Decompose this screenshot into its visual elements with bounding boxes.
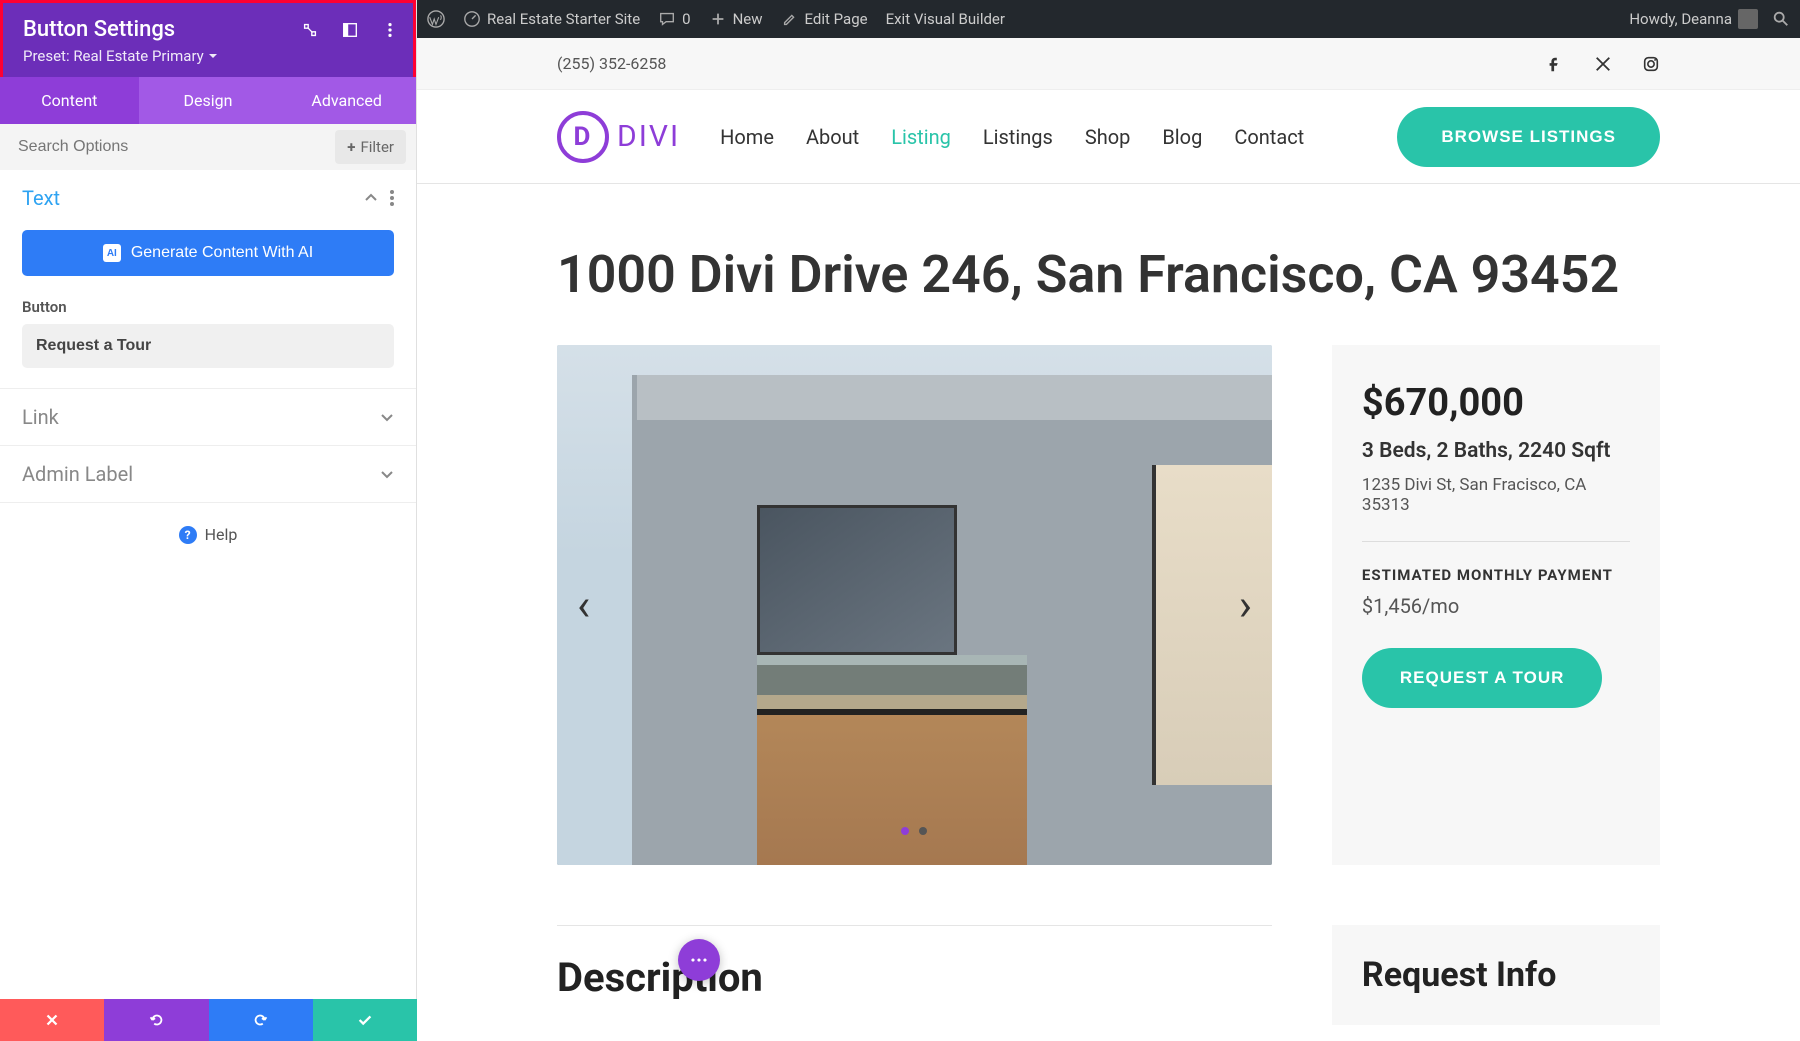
nav-listing[interactable]: Listing bbox=[891, 125, 951, 149]
logo-mark: D bbox=[557, 111, 609, 163]
chevron-down-icon bbox=[380, 410, 394, 424]
button-text-input[interactable] bbox=[22, 324, 394, 368]
panel-tabs: Content Design Advanced bbox=[0, 77, 416, 124]
request-tour-button[interactable]: REQUEST A TOUR bbox=[1362, 648, 1603, 708]
plus-icon bbox=[709, 10, 727, 28]
gallery-prev[interactable]: ‹ bbox=[557, 579, 610, 631]
est-payment-label: ESTIMATED MONTHLY PAYMENT bbox=[1362, 566, 1630, 584]
user-avatar bbox=[1738, 9, 1758, 29]
tab-design[interactable]: Design bbox=[139, 77, 278, 124]
redo-button[interactable] bbox=[209, 999, 313, 1041]
section-options-icon[interactable] bbox=[390, 190, 394, 206]
redo-icon bbox=[252, 1011, 270, 1029]
undo-button[interactable] bbox=[104, 999, 208, 1041]
site-name-item[interactable]: Real Estate Starter Site bbox=[463, 10, 640, 28]
search-options-input[interactable] bbox=[0, 124, 335, 170]
cancel-button[interactable] bbox=[0, 999, 104, 1041]
nav-shop[interactable]: Shop bbox=[1085, 125, 1131, 149]
description-title: Description bbox=[557, 954, 1272, 1001]
generate-ai-button[interactable]: AIGenerate Content With AI bbox=[22, 230, 394, 276]
listing-info-card: $670,000 3 Beds, 2 Baths, 2240 Sqft 1235… bbox=[1332, 345, 1660, 865]
wordpress-icon bbox=[427, 10, 445, 28]
chevron-down-icon bbox=[380, 467, 394, 481]
page-content: 1000 Divi Drive 246, San Francisco, CA 9… bbox=[417, 184, 1800, 1025]
dock-icon[interactable] bbox=[341, 21, 359, 39]
est-payment-value: $1,456/mo bbox=[1362, 594, 1630, 618]
search-toggle[interactable] bbox=[1772, 10, 1790, 28]
close-icon bbox=[43, 1011, 61, 1029]
save-button[interactable] bbox=[313, 999, 417, 1041]
section-admin-label-header[interactable]: Admin Label bbox=[0, 446, 416, 502]
help-button[interactable]: ? Help bbox=[0, 503, 416, 566]
logo[interactable]: D DIVI bbox=[557, 111, 680, 163]
nav-links: Home About Listing Listings Shop Blog Co… bbox=[720, 125, 1304, 149]
comments-item[interactable]: 0 bbox=[658, 10, 690, 28]
tab-advanced[interactable]: Advanced bbox=[277, 77, 416, 124]
description-section: Description bbox=[557, 925, 1272, 1025]
button-field-label: Button bbox=[22, 298, 394, 316]
panel-header: Button Settings Preset: Real Estate Prim… bbox=[0, 0, 416, 77]
kebab-icon[interactable] bbox=[381, 21, 399, 39]
new-item[interactable]: New bbox=[709, 10, 763, 28]
tab-content[interactable]: Content bbox=[0, 77, 139, 124]
x-icon[interactable] bbox=[1594, 55, 1612, 73]
settings-panel: Button Settings Preset: Real Estate Prim… bbox=[0, 0, 417, 1041]
topbar: (255) 352-6258 bbox=[417, 38, 1800, 90]
gallery-dots bbox=[901, 827, 927, 835]
howdy-item[interactable]: Howdy, Deanna bbox=[1629, 9, 1758, 29]
phone-number: (255) 352-6258 bbox=[557, 54, 666, 73]
nav-home[interactable]: Home bbox=[720, 125, 774, 149]
gallery-dot[interactable] bbox=[901, 827, 909, 835]
section-text-body: AIGenerate Content With AI Button bbox=[0, 226, 416, 389]
social-links bbox=[1546, 55, 1660, 73]
wp-logo-item[interactable] bbox=[427, 10, 445, 28]
listing-specs: 3 Beds, 2 Baths, 2240 Sqft bbox=[1362, 439, 1630, 463]
check-icon bbox=[356, 1011, 374, 1029]
undo-icon bbox=[147, 1011, 165, 1029]
snap-icon[interactable] bbox=[301, 21, 319, 39]
edit-page-item[interactable]: Edit Page bbox=[781, 10, 868, 28]
instagram-icon[interactable] bbox=[1642, 55, 1660, 73]
search-icon bbox=[1772, 10, 1790, 28]
search-row: +Filter bbox=[0, 124, 416, 170]
navbar: D DIVI Home About Listing Listings Shop … bbox=[417, 90, 1800, 184]
nav-listings[interactable]: Listings bbox=[983, 125, 1053, 149]
ai-icon: AI bbox=[103, 244, 121, 262]
module-actions-fab[interactable]: ··· bbox=[678, 939, 720, 981]
listing-title: 1000 Divi Drive 246, San Francisco, CA 9… bbox=[557, 244, 1660, 305]
nav-about[interactable]: About bbox=[806, 125, 859, 149]
facebook-icon[interactable] bbox=[1546, 55, 1564, 73]
request-info-title: Request Info bbox=[1362, 955, 1630, 995]
comment-icon bbox=[658, 10, 676, 28]
dashboard-icon bbox=[463, 10, 481, 28]
caret-down-icon bbox=[208, 51, 218, 61]
request-info-card: Request Info bbox=[1332, 925, 1660, 1025]
nav-contact[interactable]: Contact bbox=[1234, 125, 1304, 149]
preset-dropdown[interactable]: Preset: Real Estate Primary bbox=[23, 47, 218, 65]
nav-blog[interactable]: Blog bbox=[1162, 125, 1202, 149]
filter-button[interactable]: +Filter bbox=[335, 130, 406, 164]
section-link-header[interactable]: Link bbox=[0, 389, 416, 445]
wp-admin-bar: Real Estate Starter Site 0 New Edit Page… bbox=[417, 0, 1800, 38]
gallery-next[interactable]: › bbox=[1219, 579, 1272, 631]
listing-gallery: ‹ › bbox=[557, 345, 1272, 865]
chevron-up-icon bbox=[364, 191, 378, 205]
listing-price: $670,000 bbox=[1362, 381, 1630, 425]
page-preview: (255) 352-6258 D DIVI Home About Listing… bbox=[417, 38, 1800, 1041]
pencil-icon bbox=[781, 10, 799, 28]
browse-listings-button[interactable]: BROWSE LISTINGS bbox=[1397, 107, 1660, 167]
exit-builder-item[interactable]: Exit Visual Builder bbox=[886, 10, 1005, 28]
section-text-header[interactable]: Text bbox=[0, 170, 416, 226]
help-icon: ? bbox=[179, 526, 197, 544]
panel-footer bbox=[0, 999, 417, 1041]
gallery-dot[interactable] bbox=[919, 827, 927, 835]
listing-address: 1235 Divi St, San Fracisco, CA 35313 bbox=[1362, 475, 1630, 542]
